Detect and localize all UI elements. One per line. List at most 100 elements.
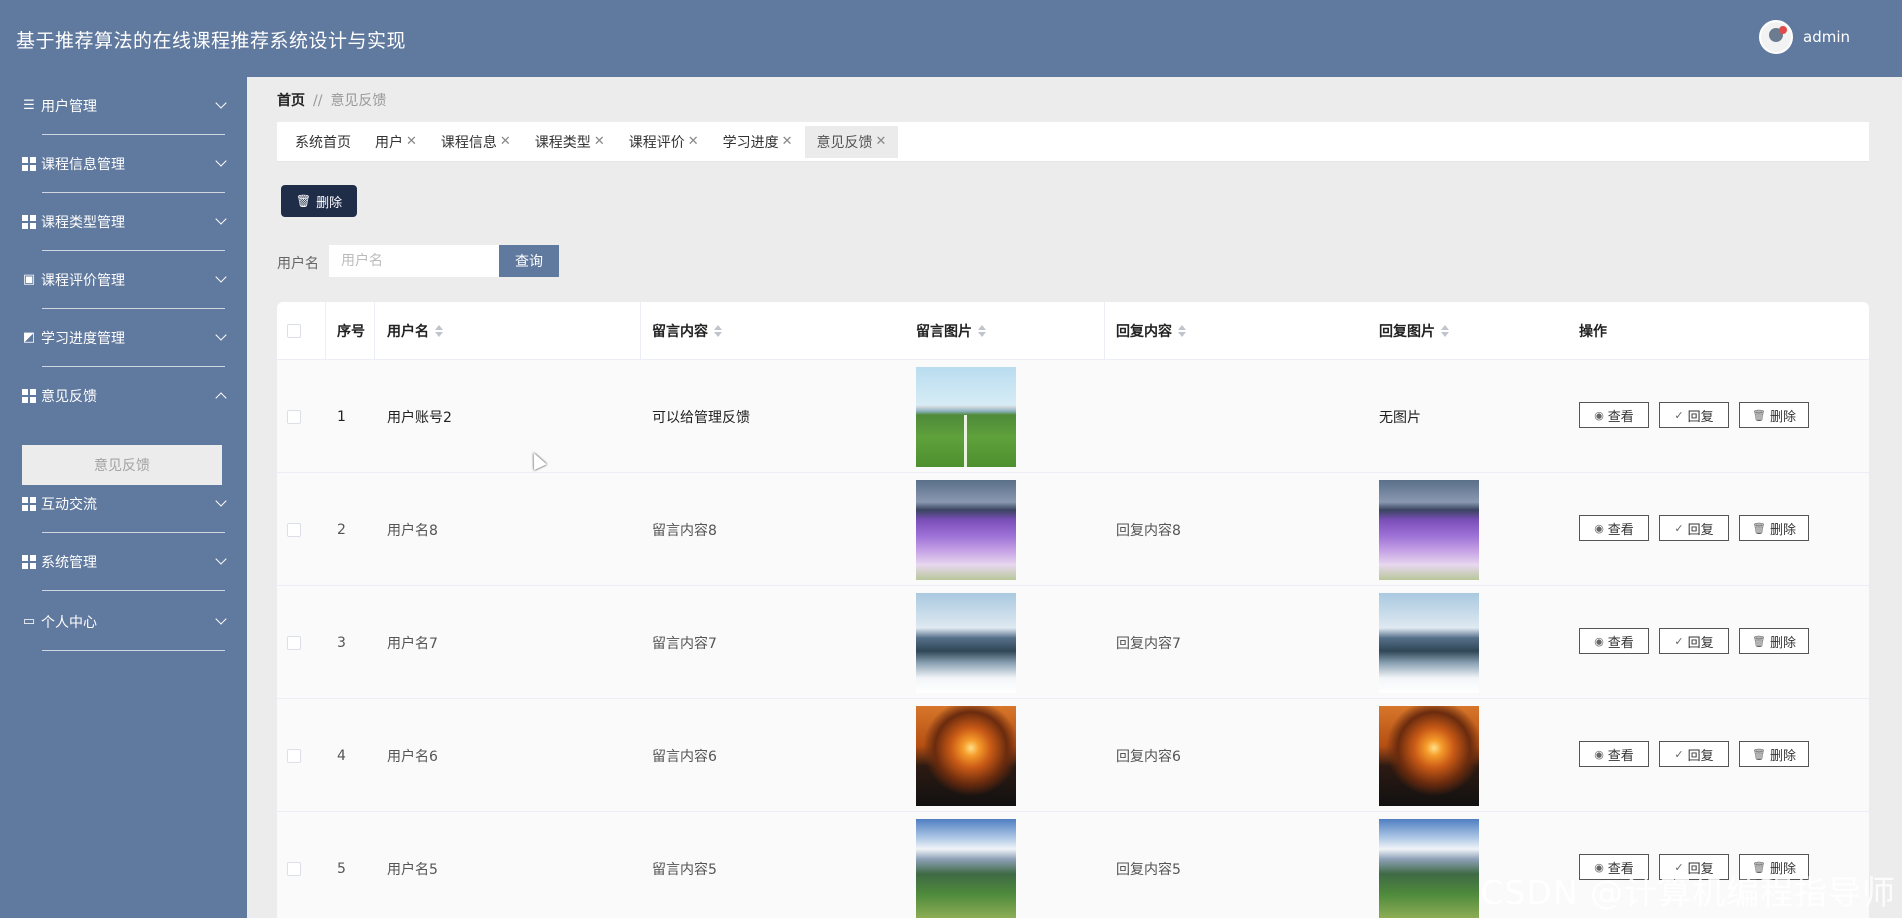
row-reply-image[interactable] xyxy=(1379,586,1479,699)
close-icon[interactable]: ✕ xyxy=(594,134,605,149)
row-username: 用户名6 xyxy=(387,748,438,765)
app-title: 基于推荐算法的在线课程推荐系统设计与实现 xyxy=(16,30,407,52)
delete-button[interactable]: 🗑 删除 xyxy=(1739,741,1809,767)
row-reply-image[interactable] xyxy=(1379,699,1479,812)
close-icon[interactable]: ✕ xyxy=(500,134,511,149)
trash-icon: 🗑 xyxy=(1752,634,1766,648)
sidebar-item-course-review[interactable]: ▣ 课程评价管理 xyxy=(0,251,247,309)
row-index: 3 xyxy=(337,634,346,651)
close-icon[interactable]: ✕ xyxy=(876,134,887,149)
sidebar-item-system[interactable]: 系统管理 xyxy=(0,533,247,591)
row-message-image[interactable] xyxy=(916,473,1016,586)
select-all-checkbox[interactable] xyxy=(287,302,301,360)
header-reply[interactable]: 回复内容 xyxy=(1116,302,1186,360)
sidebar-item-learning-progress[interactable]: ◩ 学习进度管理 xyxy=(0,309,247,367)
delete-button[interactable]: 🗑 删除 xyxy=(1739,515,1809,541)
snow-forest-image[interactable] xyxy=(916,592,1016,693)
trash-icon: 🗑 xyxy=(1752,747,1766,761)
sidebar-item-feedback[interactable]: 意见反馈 xyxy=(0,367,247,425)
trash-icon: 🗑 xyxy=(1752,408,1766,422)
close-icon[interactable]: ✕ xyxy=(406,134,417,149)
tab-feedback[interactable]: 意见反馈 ✕ xyxy=(804,125,899,158)
sort-icon[interactable] xyxy=(1178,325,1186,337)
view-button[interactable]: ◉ 查看 xyxy=(1579,515,1649,541)
row-checkbox[interactable] xyxy=(287,699,301,812)
header-reply-image[interactable]: 回复图片 xyxy=(1379,302,1449,360)
tab-user[interactable]: 用户 ✕ xyxy=(363,126,429,158)
row-index: 2 xyxy=(337,521,346,538)
tab-home[interactable]: 系统首页 xyxy=(283,126,363,158)
reply-button[interactable]: ✓ 回复 xyxy=(1659,402,1729,428)
username-label[interactable]: admin xyxy=(1803,28,1850,46)
tab-learning-progress[interactable]: 学习进度 ✕ xyxy=(711,126,805,158)
row-message-image[interactable] xyxy=(916,360,1016,473)
table-row: 1 用户账号2 可以给管理反馈 无图片 ◉ 查看 ✓ 回复 🗑 删除 xyxy=(277,360,1869,473)
chevron-down-icon xyxy=(215,613,227,625)
header-username[interactable]: 用户名 xyxy=(387,302,443,360)
lavender-field-image[interactable] xyxy=(916,479,1016,580)
row-checkbox[interactable] xyxy=(287,473,301,586)
sidebar-item-course-info[interactable]: 课程信息管理 xyxy=(0,135,247,193)
row-username: 用户名7 xyxy=(387,635,438,652)
view-button[interactable]: ◉ 查看 xyxy=(1579,628,1649,654)
row-message-image[interactable] xyxy=(916,586,1016,699)
view-button[interactable]: ◉ 查看 xyxy=(1579,402,1649,428)
tab-course-type[interactable]: 课程类型 ✕ xyxy=(523,126,617,158)
reply-button[interactable]: ✓ 回复 xyxy=(1659,628,1729,654)
row-reply: 回复内容6 xyxy=(1116,748,1181,765)
row-reply-image[interactable] xyxy=(1379,812,1479,918)
delete-button[interactable]: 🗑 删除 xyxy=(1739,628,1809,654)
row-index: 5 xyxy=(337,860,346,877)
solar-field-image[interactable] xyxy=(916,366,1016,467)
row-message-image[interactable] xyxy=(916,812,1016,918)
mountain-meadow-image[interactable] xyxy=(1379,818,1479,918)
close-icon[interactable]: ✕ xyxy=(688,134,699,149)
sidebar-item-user-management[interactable]: ☰ 用户管理 xyxy=(0,77,247,135)
sunset-sea-image[interactable] xyxy=(916,705,1016,806)
reply-button[interactable]: ✓ 回复 xyxy=(1659,515,1729,541)
sort-icon[interactable] xyxy=(1441,325,1449,337)
tab-course-info[interactable]: 课程信息 ✕ xyxy=(429,126,523,158)
sidebar: ☰ 用户管理 课程信息管理 课程类型管理 ▣ 课程评价管理 ◩ 学习进度管理 意… xyxy=(0,77,247,918)
view-button[interactable]: ◉ 查看 xyxy=(1579,741,1649,767)
sunset-sea-image[interactable] xyxy=(1379,705,1479,806)
grid-icon xyxy=(22,157,36,171)
header-message[interactable]: 留言内容 xyxy=(652,302,722,360)
lavender-field-image[interactable] xyxy=(1379,479,1479,580)
main-content: 首页 // 意见反馈 系统首页 用户 ✕ 课程信息 ✕ 课程类型 ✕ 课程评价 ✕ 学习进度… xyxy=(247,77,1902,918)
tab-course-review[interactable]: 课程评价 ✕ xyxy=(617,126,711,158)
row-checkbox[interactable] xyxy=(287,360,301,473)
check-circle-icon: ✓ xyxy=(1674,521,1684,535)
sidebar-item-interaction[interactable]: 互动交流 xyxy=(0,475,247,533)
batch-delete-button[interactable]: 🗑 删除 xyxy=(281,185,357,217)
user-menu[interactable]: admin xyxy=(1759,20,1850,54)
row-checkbox[interactable] xyxy=(287,812,301,918)
row-message: 留言内容6 xyxy=(652,748,717,765)
delete-button[interactable]: 🗑 删除 xyxy=(1739,402,1809,428)
search-button[interactable]: 查询 xyxy=(499,245,559,277)
row-reply-image[interactable] xyxy=(1379,473,1479,586)
header-message-image[interactable]: 留言图片 xyxy=(916,302,986,360)
mountain-meadow-image[interactable] xyxy=(916,818,1016,918)
username-search-input[interactable] xyxy=(329,245,499,277)
sort-icon[interactable] xyxy=(714,325,722,337)
chevron-up-icon xyxy=(215,392,227,404)
reply-button[interactable]: ✓ 回复 xyxy=(1659,741,1729,767)
sidebar-item-personal-center[interactable]: ▭ 个人中心 xyxy=(0,593,247,651)
avatar[interactable] xyxy=(1759,20,1793,54)
row-message: 留言内容7 xyxy=(652,635,717,652)
close-icon[interactable]: ✕ xyxy=(782,134,793,149)
header-actions: 操作 xyxy=(1579,324,1607,340)
clipboard-icon: ▣ xyxy=(22,272,36,287)
row-reply: 回复内容7 xyxy=(1116,635,1181,652)
sort-icon[interactable] xyxy=(435,325,443,337)
row-checkbox[interactable] xyxy=(287,586,301,699)
sidebar-item-course-type[interactable]: 课程类型管理 xyxy=(0,193,247,251)
row-index: 1 xyxy=(337,408,346,425)
header-index: 序号 xyxy=(337,324,365,340)
snow-forest-image[interactable] xyxy=(1379,592,1479,693)
row-message-image[interactable] xyxy=(916,699,1016,812)
sliders-icon: ☰ xyxy=(23,98,35,113)
sort-icon[interactable] xyxy=(978,325,986,337)
breadcrumb-home[interactable]: 首页 xyxy=(277,93,305,109)
